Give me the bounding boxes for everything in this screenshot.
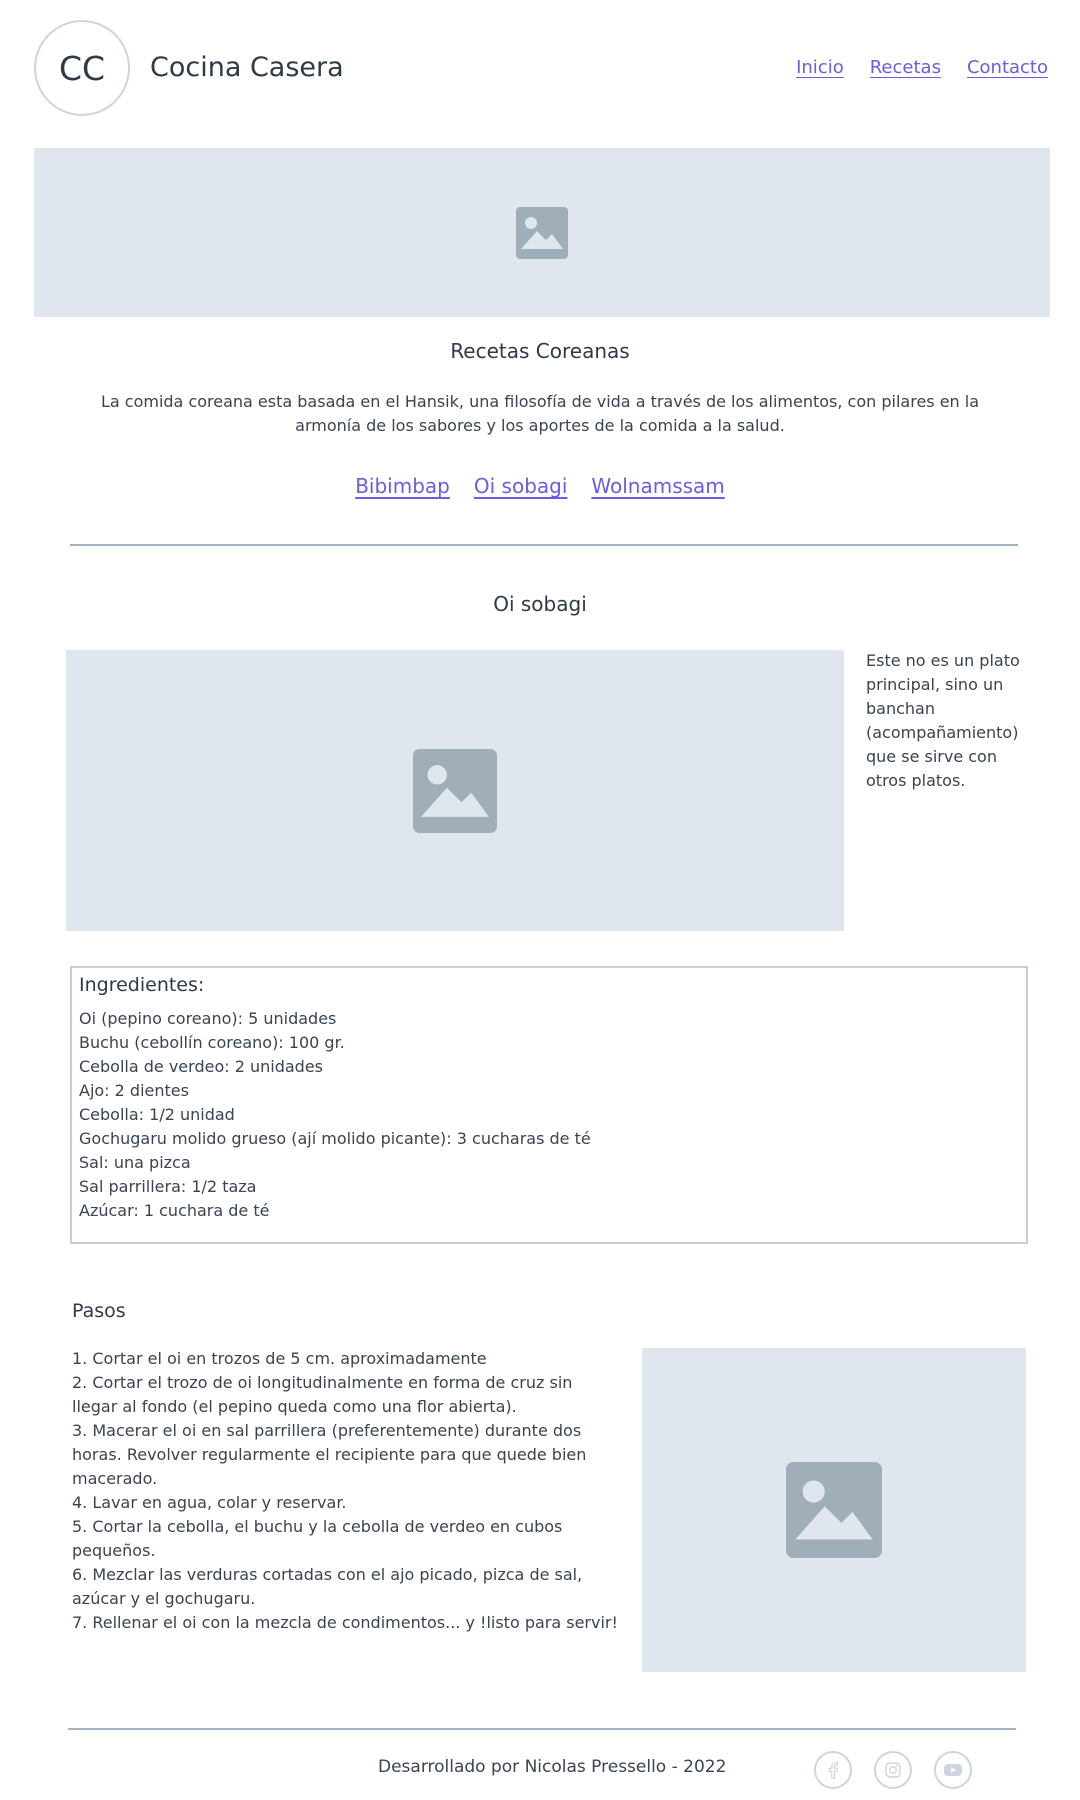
image-placeholder-icon xyxy=(786,1462,882,1558)
steps-list: 1. Cortar el oi en trozos de 5 cm. aprox… xyxy=(72,1347,620,1635)
ingredient-item: Sal: una pizca xyxy=(79,1153,191,1172)
footer-divider xyxy=(68,1728,1016,1730)
facebook-icon[interactable] xyxy=(814,1751,852,1789)
instagram-icon[interactable] xyxy=(874,1751,912,1789)
recipe-description: Este no es un plato principal, sino un b… xyxy=(866,651,1020,790)
step-item: 3. Macerar el oi en sal parrillera (pref… xyxy=(72,1421,587,1488)
logo: CC xyxy=(34,20,130,116)
footer-credits: Desarrollado por Nicolas Pressello - 202… xyxy=(378,1757,727,1777)
youtube-icon[interactable] xyxy=(934,1751,972,1789)
ingredient-item: Ajo: 2 dientes xyxy=(79,1081,189,1100)
ingredient-item: Buchu (cebollín coreano): 100 gr. xyxy=(79,1033,345,1052)
section-title: Recetas Coreanas xyxy=(450,339,630,363)
recipe-link-oi-sobagi[interactable]: Oi sobagi xyxy=(474,474,568,498)
brand-name: Cocina Casera xyxy=(150,52,344,83)
logo-text: CC xyxy=(58,48,106,88)
recipe-link-wolnamssam[interactable]: Wolnamssam xyxy=(591,474,724,498)
image-placeholder-icon xyxy=(516,206,568,259)
step-item: 4. Lavar en agua, colar y reservar. xyxy=(72,1493,347,1512)
divider xyxy=(70,544,1018,546)
ingredient-item: Cebolla: 1/2 unidad xyxy=(79,1105,235,1124)
ingredient-item: Oi (pepino coreano): 5 unidades xyxy=(79,1009,337,1028)
ingredient-item: Sal parrillera: 1/2 taza xyxy=(79,1177,257,1196)
intro-text: La comida coreana esta basada en el Hans… xyxy=(100,392,980,435)
recipe-link-bibimbap[interactable]: Bibimbap xyxy=(355,474,450,498)
step-item: 1. Cortar el oi en trozos de 5 cm. aprox… xyxy=(72,1349,487,1368)
nav-link-inicio[interactable]: Inicio xyxy=(796,57,844,78)
step-item: 2. Cortar el trozo de oi longitudinalmen… xyxy=(72,1373,573,1416)
ingredient-item: Gochugaru molido grueso (ají molido pica… xyxy=(79,1129,591,1148)
ingredient-item: Azúcar: 1 cuchara de té xyxy=(79,1201,270,1220)
step-item: 5. Cortar la cebolla, el buchu y la cebo… xyxy=(72,1517,563,1560)
steps-title: Pasos xyxy=(72,1300,126,1322)
step-item: 7. Rellenar el oi con la mezcla de condi… xyxy=(72,1613,618,1632)
step-item: 6. Mezclar las verduras cortadas con el … xyxy=(72,1565,583,1608)
ingredients-list: Oi (pepino coreano): 5 unidades Buchu (c… xyxy=(79,1007,1019,1223)
main-nav: Inicio Recetas Contacto xyxy=(796,57,1048,78)
recipe-image xyxy=(66,650,844,931)
recipe-links: Bibimbap Oi sobagi Wolnamssam xyxy=(0,474,1080,498)
hero-banner xyxy=(34,148,1050,317)
ingredients-title: Ingredientes: xyxy=(79,974,205,996)
image-placeholder-icon xyxy=(413,748,497,833)
ingredient-item: Cebolla de verdeo: 2 unidades xyxy=(79,1057,323,1076)
steps-image xyxy=(642,1348,1026,1672)
recipe-title: Oi sobagi xyxy=(493,592,587,616)
nav-link-recetas[interactable]: Recetas xyxy=(870,57,941,78)
ingredients-box: Ingredientes: Oi (pepino coreano): 5 uni… xyxy=(70,966,1028,1244)
nav-link-contacto[interactable]: Contacto xyxy=(967,57,1048,78)
